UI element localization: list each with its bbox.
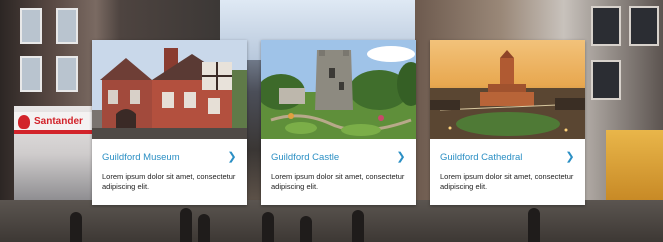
chevron-right-icon[interactable]: ❯ [396,151,406,163]
attractions-cards: Guildford Museum ❯ Lorem ipsum dolor sit… [92,40,585,205]
card-title[interactable]: Guildford Castle [271,152,339,163]
card-title-row: Guildford Museum ❯ [102,149,237,165]
shop-sign: Santander [14,112,96,134]
bank-logo-icon [18,115,30,129]
card-body: Guildford Castle ❯ Lorem ipsum dolor sit… [261,139,416,205]
card-guildford-castle[interactable]: Guildford Castle ❯ Lorem ipsum dolor sit… [261,40,416,205]
card-description: Lorem ipsum dolor sit amet, consectetur … [271,172,405,191]
card-title-row: Guildford Castle ❯ [271,149,406,165]
shop-sign-text: Santander [34,116,83,127]
museum-photo [92,40,247,139]
card-title[interactable]: Guildford Museum [102,152,180,163]
chevron-right-icon[interactable]: ❯ [227,151,237,163]
lit-shop-window [606,130,663,200]
hero-banner: Santander Guildford Museum ❯ Lorem ipsum… [0,0,663,242]
card-title[interactable]: Guildford Cathedral [440,152,522,163]
card-description: Lorem ipsum dolor sit amet, consectetur … [440,172,574,191]
card-guildford-museum[interactable]: Guildford Museum ❯ Lorem ipsum dolor sit… [92,40,247,205]
card-guildford-cathedral[interactable]: Guildford Cathedral ❯ Lorem ipsum dolor … [430,40,585,205]
street-backdrop [0,200,663,242]
card-body: Guildford Cathedral ❯ Lorem ipsum dolor … [430,139,585,205]
card-description: Lorem ipsum dolor sit amet, consectetur … [102,172,236,191]
card-title-row: Guildford Cathedral ❯ [440,149,575,165]
card-body: Guildford Museum ❯ Lorem ipsum dolor sit… [92,139,247,205]
cathedral-photo [430,40,585,139]
castle-photo [261,40,416,139]
chevron-right-icon[interactable]: ❯ [565,151,575,163]
